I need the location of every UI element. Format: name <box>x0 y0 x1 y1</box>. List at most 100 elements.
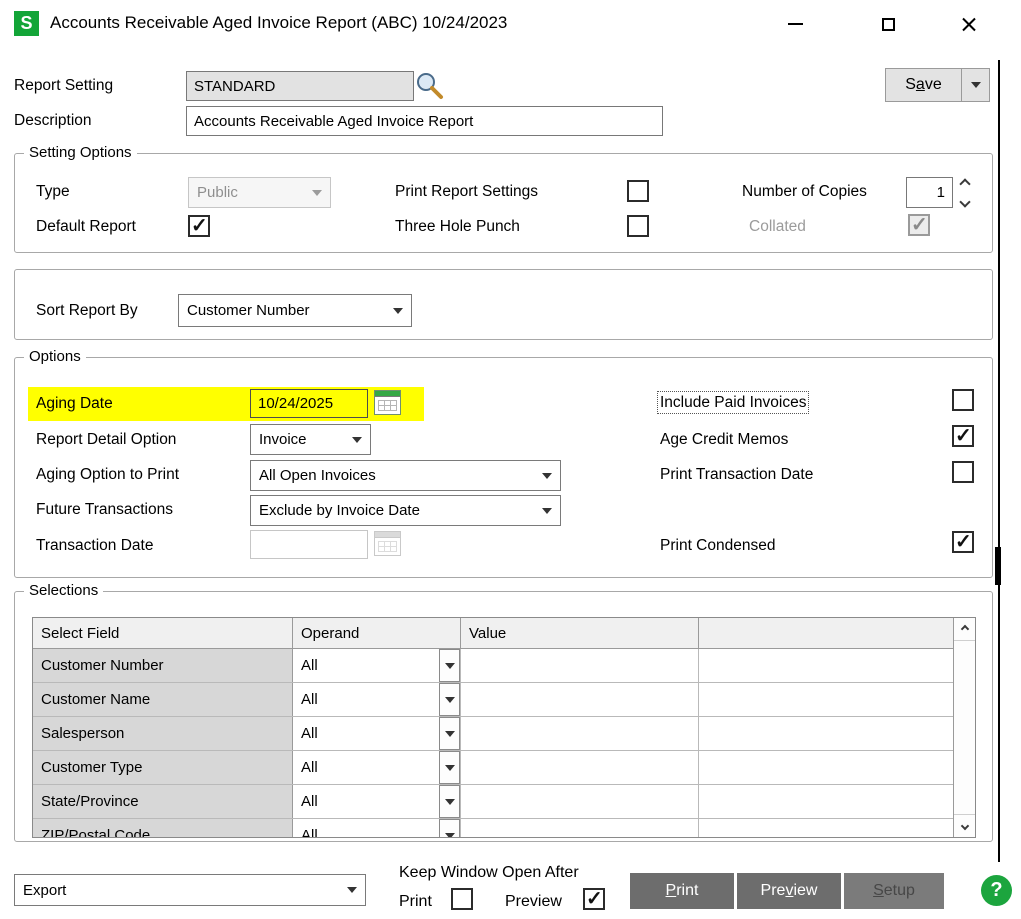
report-detail-option-dropdown[interactable]: Invoice <box>250 424 371 455</box>
aging-date-calendar-button[interactable] <box>374 390 401 415</box>
setup-button-label: Setup <box>873 882 915 900</box>
operand-dropdown-button[interactable] <box>439 819 460 838</box>
number-of-copies-value: 1 <box>937 184 945 201</box>
blank-cell <box>699 683 953 716</box>
blank-cell <box>699 649 953 682</box>
keep-open-print-checkbox[interactable] <box>451 888 473 910</box>
table-header-row: Select Field Operand Value <box>33 618 953 649</box>
print-button[interactable]: Print <box>630 873 734 909</box>
three-hole-punch-checkbox[interactable] <box>627 215 649 237</box>
select-field-cell[interactable]: ZIP/Postal Code <box>33 819 293 838</box>
operand-cell[interactable]: All <box>293 751 461 784</box>
export-dropdown[interactable]: Export <box>14 874 366 906</box>
scroll-up-button[interactable] <box>954 618 975 641</box>
age-credit-memos-checkbox[interactable] <box>952 425 974 447</box>
operand-dropdown-button[interactable] <box>439 785 460 818</box>
operand-dropdown-button[interactable] <box>439 751 460 784</box>
selections-table: Select Field Operand Value Customer Numb… <box>32 617 976 838</box>
table-scrollbar[interactable] <box>953 618 975 837</box>
value-cell[interactable] <box>461 649 699 682</box>
save-button[interactable]: Save <box>885 68 962 102</box>
window-title: Accounts Receivable Aged Invoice Report … <box>50 13 507 33</box>
table-row[interactable]: Customer Type All <box>33 751 953 785</box>
select-field-cell[interactable]: Customer Type <box>33 751 293 784</box>
magnifier-icon <box>415 71 445 101</box>
table-row[interactable]: Customer Number All <box>33 649 953 683</box>
operand-cell[interactable]: All <box>293 717 461 750</box>
operand-dropdown-button[interactable] <box>439 717 460 750</box>
lookup-button[interactable] <box>415 71 445 106</box>
minimize-icon <box>788 23 803 25</box>
chevron-down-icon <box>445 765 455 771</box>
transaction-date-calendar-button <box>374 531 401 556</box>
collated-checkbox <box>908 214 930 236</box>
calendar-icon-grid <box>378 541 397 552</box>
print-report-settings-checkbox[interactable] <box>627 180 649 202</box>
value-cell[interactable] <box>461 683 699 716</box>
operand-cell[interactable]: All <box>293 819 461 838</box>
window: S Accounts Receivable Aged Invoice Repor… <box>0 0 1021 919</box>
aging-date-input[interactable]: 10/24/2025 <box>250 389 368 418</box>
keep-open-preview-checkbox[interactable] <box>583 888 605 910</box>
operand-value: All <box>301 725 318 742</box>
value-cell[interactable] <box>461 717 699 750</box>
print-condensed-checkbox[interactable] <box>952 531 974 553</box>
aging-option-to-print-dropdown[interactable]: All Open Invoices <box>250 460 561 491</box>
report-setting-input[interactable]: STANDARD <box>186 71 414 101</box>
operand-cell[interactable]: All <box>293 649 461 682</box>
operand-dropdown-button[interactable] <box>439 683 460 716</box>
type-label: Type <box>36 183 70 201</box>
operand-value: All <box>301 827 318 838</box>
preview-button[interactable]: Preview <box>737 873 841 909</box>
chevron-down-icon <box>971 82 981 88</box>
blank-cell <box>699 717 953 750</box>
column-header-value: Value <box>461 618 699 648</box>
sort-report-by-dropdown[interactable]: Customer Number <box>178 294 412 327</box>
table-row[interactable]: Customer Name All <box>33 683 953 717</box>
spinner-down-icon[interactable] <box>959 196 970 207</box>
value-cell[interactable] <box>461 785 699 818</box>
setting-options-group: Setting Options <box>14 153 993 253</box>
chevron-down-icon <box>445 731 455 737</box>
chevron-down-icon <box>393 308 403 314</box>
blank-cell <box>699 785 953 818</box>
save-dropdown-button[interactable] <box>961 68 990 102</box>
future-transactions-label: Future Transactions <box>36 501 173 519</box>
operand-cell[interactable]: All <box>293 785 461 818</box>
spinner-up-icon[interactable] <box>959 178 970 189</box>
select-field-cell[interactable]: Customer Name <box>33 683 293 716</box>
print-transaction-date-checkbox[interactable] <box>952 461 974 483</box>
scroll-down-button[interactable] <box>954 814 975 837</box>
table-row[interactable]: ZIP/Postal Code All <box>33 819 953 838</box>
table-row[interactable]: Salesperson All <box>33 717 953 751</box>
operand-dropdown-button[interactable] <box>439 649 460 682</box>
include-paid-invoices-checkbox[interactable] <box>952 389 974 411</box>
chevron-down-icon <box>960 822 968 830</box>
operand-cell[interactable]: All <box>293 683 461 716</box>
chevron-down-icon <box>347 887 357 893</box>
print-condensed-label: Print Condensed <box>660 537 775 555</box>
aging-option-to-print-value: All Open Invoices <box>259 467 376 484</box>
close-button[interactable] <box>950 8 986 40</box>
number-of-copies-input[interactable]: 1 <box>906 177 953 208</box>
window-right-border <box>998 60 1000 862</box>
description-value: Accounts Receivable Aged Invoice Report <box>194 113 473 130</box>
value-cell[interactable] <box>461 819 699 838</box>
minimize-button[interactable] <box>777 8 813 40</box>
value-cell[interactable] <box>461 751 699 784</box>
maximize-button[interactable] <box>870 8 906 40</box>
select-field-cell[interactable]: State/Province <box>33 785 293 818</box>
select-field-cell[interactable]: Customer Number <box>33 649 293 682</box>
options-group-label: Options <box>24 348 86 365</box>
chevron-down-icon <box>312 190 322 196</box>
close-icon <box>960 16 977 33</box>
table-row[interactable]: State/Province All <box>33 785 953 819</box>
description-input[interactable]: Accounts Receivable Aged Invoice Report <box>186 106 663 136</box>
chevron-up-icon <box>960 625 968 633</box>
help-button[interactable]: ? <box>981 875 1012 906</box>
copies-spinner[interactable] <box>956 177 974 209</box>
select-field-cell[interactable]: Salesperson <box>33 717 293 750</box>
future-transactions-dropdown[interactable]: Exclude by Invoice Date <box>250 495 561 526</box>
chevron-down-icon <box>542 473 552 479</box>
default-report-checkbox[interactable] <box>188 215 210 237</box>
